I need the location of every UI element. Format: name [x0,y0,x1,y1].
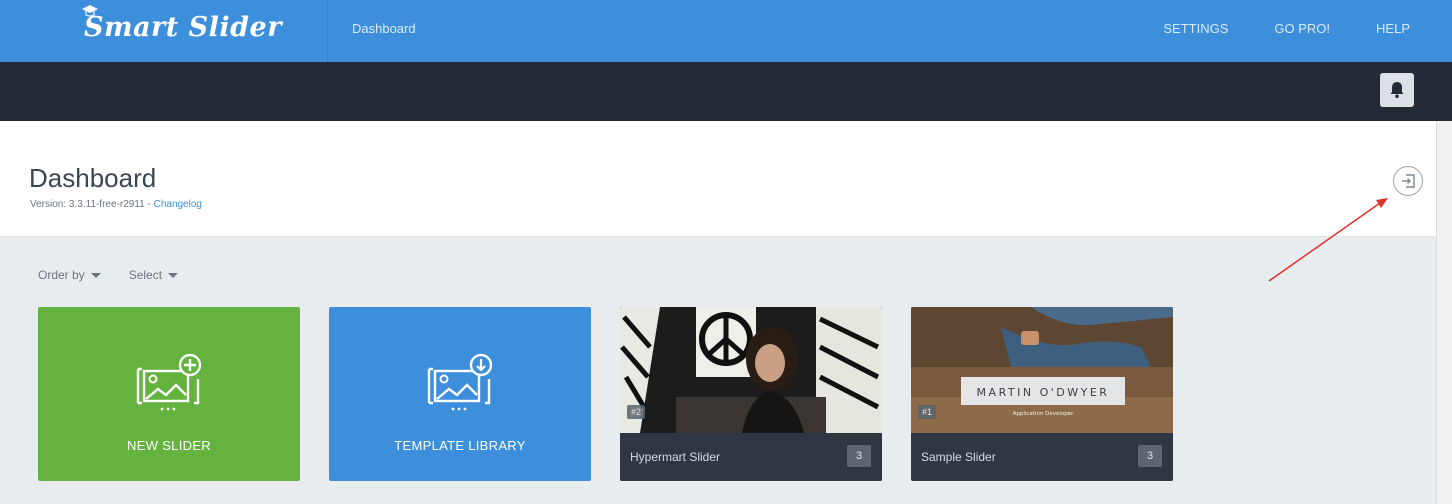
exit-icon [1402,174,1415,188]
slide-overlay-title: MARTIN O'DWYER [977,386,1110,399]
slide-count-badge: 3 [1138,445,1162,467]
top-navbar: Smart Slider Dashboard SETTINGS GO PRO! … [0,0,1452,62]
image-download-icon [427,353,493,411]
page-header: Dashboard Version: 3.3.11-free-r2911 - C… [0,121,1436,237]
slide-count-badge: 3 [847,445,871,467]
select-dropdown[interactable]: Select [128,268,179,282]
caret-down-icon [168,272,179,278]
template-library-tile[interactable]: TEMPLATE LIBRARY [329,307,591,481]
slider-card[interactable]: #2 Hypermart Slider 3 [620,307,882,481]
toolbar [0,62,1452,121]
version-text: Version: 3.3.11-free-r2911 - [30,199,154,210]
version-info: Version: 3.3.11-free-r2911 - Changelog [30,199,202,210]
app-logo: Smart Slider [84,12,282,43]
page-title: Dashboard [29,163,157,193]
nav-dashboard-link[interactable]: Dashboard [352,21,416,36]
settings-link[interactable]: SETTINGS [1163,21,1228,36]
slider-name: Sample Slider [921,450,996,464]
caret-down-icon [90,272,101,278]
order-by-dropdown[interactable]: Order by [38,268,101,282]
bell-icon [1390,82,1404,99]
new-slider-tile[interactable]: NEW SLIDER [38,307,300,481]
slide-overlay-subtitle: Application Developer [1013,411,1075,417]
go-pro-link[interactable]: GO PRO! [1274,21,1330,36]
new-slider-label: NEW SLIDER [127,438,211,453]
filter-bar: Order by Select [38,268,179,282]
image-plus-icon [136,353,202,411]
slider-thumbnail: MARTIN O'DWYER Application Developer [911,307,1173,433]
slider-card-footer: Sample Slider 3 [911,433,1173,481]
slider-card-footer: Hypermart Slider 3 [620,433,882,481]
exit-button[interactable] [1393,166,1423,196]
top-links: SETTINGS GO PRO! HELP [1163,21,1410,36]
select-label: Select [128,268,163,282]
changelog-link[interactable]: Changelog [154,199,202,210]
slider-card[interactable]: MARTIN O'DWYER Application Developer #1 … [911,307,1173,481]
help-link[interactable]: HELP [1376,21,1410,36]
slider-id-badge: #2 [627,405,646,419]
logo-area[interactable]: Smart Slider [0,0,328,62]
slider-thumbnail [620,307,882,433]
notifications-button[interactable] [1380,73,1414,107]
slider-name: Hypermart Slider [630,450,721,464]
template-library-label: TEMPLATE LIBRARY [394,438,526,453]
scrollbar[interactable] [1436,121,1452,504]
slider-id-badge: #1 [918,405,937,419]
order-by-label: Order by [38,268,85,282]
